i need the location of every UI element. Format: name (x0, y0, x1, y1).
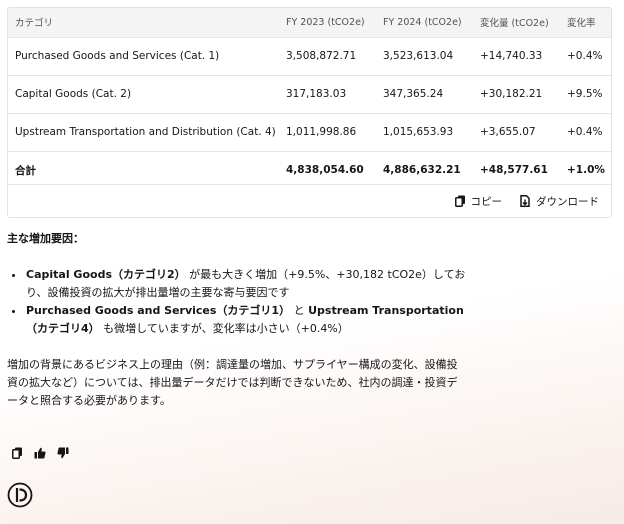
copy-button[interactable]: コピー (454, 194, 503, 209)
download-label: ダウンロード (536, 195, 599, 208)
cell-fy2024: 1,015,653.93 (376, 112, 473, 151)
table-total-row: 合計 4,838,054.60 4,886,632.21 +48,577.61 … (8, 150, 611, 189)
cell-fy2023: 317,183.03 (279, 74, 376, 113)
table-header-row: カテゴリ FY 2023 (tCO2e) FY 2024 (tCO2e) 変化量… (8, 8, 611, 37)
column-header-rate: 変化率 (567, 18, 596, 30)
download-icon (520, 195, 531, 207)
bullet-text: と (290, 304, 309, 317)
emissions-table: カテゴリ FY 2023 (tCO2e) FY 2024 (tCO2e) 変化量… (8, 8, 611, 189)
answer-paragraph: 増加の背景にあるビジネス上の理由（例：調達量の増加、サプライヤー構成の変化、設備… (7, 358, 458, 407)
cell-rate: +9.5% (560, 74, 611, 113)
total-fy2023: 4,838,054.60 (279, 150, 376, 189)
total-label: 合計 (8, 150, 279, 189)
thumbs-up-icon (34, 444, 46, 463)
list-item: Capital Goods（カテゴリ2） が最も大きく増加（+9.5%、+30,… (25, 266, 467, 302)
cell-rate: +0.4% (560, 36, 611, 75)
thumbs-down-button[interactable] (57, 444, 69, 463)
feedback-bar (12, 444, 69, 463)
assistant-logo-icon (7, 482, 33, 508)
total-rate: +1.0% (560, 150, 611, 189)
copy-icon (454, 195, 466, 207)
total-fy2024: 4,886,632.21 (376, 150, 473, 189)
download-button[interactable]: ダウンロード (520, 194, 599, 209)
total-change: +48,577.61 (473, 150, 560, 189)
answer-bullet-list: Capital Goods（カテゴリ2） が最も大きく増加（+9.5%、+30,… (7, 266, 467, 338)
table-row: Upstream Transportation and Distribution… (8, 112, 611, 151)
bullet-bold-text: Purchased Goods and Services（カテゴリ1） (26, 304, 291, 317)
bullet-bold-text: Capital Goods（カテゴリ2） (26, 268, 186, 281)
column-header-fy2024: FY 2024 (tCO2e) (383, 16, 462, 28)
copy-label: コピー (470, 195, 503, 208)
table-toolbar: コピー ダウンロード (8, 184, 611, 217)
cell-category: Upstream Transportation and Distribution… (8, 112, 279, 151)
column-header-category: カテゴリ (15, 18, 54, 30)
cell-change: +3,655.07 (473, 112, 560, 151)
bullet-text: も微増していますが、変化率は小さい（+0.4%） (99, 322, 349, 335)
cell-fy2023: 3,508,872.71 (279, 36, 376, 75)
cell-fy2024: 347,365.24 (376, 74, 473, 113)
cell-fy2024: 3,523,613.04 (376, 36, 473, 75)
thumbs-up-button[interactable] (34, 444, 46, 463)
cell-change: +30,182.21 (473, 74, 560, 113)
cell-rate: +0.4% (560, 112, 611, 151)
thumbs-down-icon (57, 444, 69, 463)
table-row: Purchased Goods and Services (Cat. 1) 3,… (8, 36, 611, 75)
emissions-table-card: カテゴリ FY 2023 (tCO2e) FY 2024 (tCO2e) 変化量… (7, 7, 612, 218)
cell-fy2023: 1,011,998.86 (279, 112, 376, 151)
cell-category: Purchased Goods and Services (Cat. 1) (8, 36, 279, 75)
cell-change: +14,740.33 (473, 36, 560, 75)
copy-response-button[interactable] (12, 444, 23, 463)
cell-category: Capital Goods (Cat. 2) (8, 74, 279, 113)
answer-heading: 主な増加要因： (7, 232, 84, 245)
table-row: Capital Goods (Cat. 2) 317,183.03 347,36… (8, 74, 611, 113)
assistant-answer: 主な増加要因： Capital Goods（カテゴリ2） が最も大きく増加（+9… (7, 230, 467, 410)
list-item: Purchased Goods and Services（カテゴリ1） と Up… (25, 302, 467, 338)
column-header-change: 変化量 (tCO2e) (480, 18, 549, 30)
copy-icon (12, 444, 23, 463)
column-header-fy2023: FY 2023 (tCO2e) (286, 16, 365, 28)
